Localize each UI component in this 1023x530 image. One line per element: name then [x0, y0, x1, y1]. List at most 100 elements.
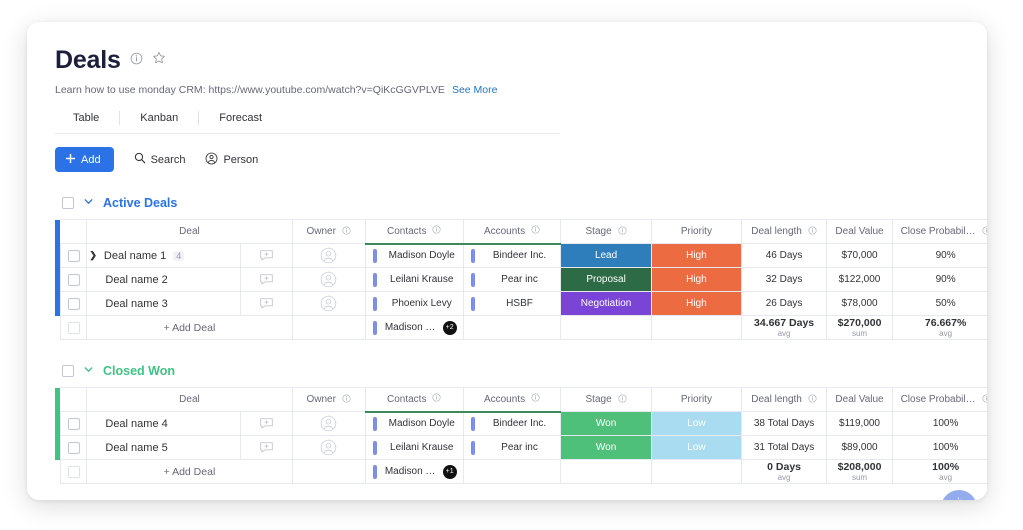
info-circle-icon[interactable]	[432, 393, 442, 405]
info-circle-icon[interactable]	[432, 225, 442, 237]
cell-deal-length[interactable]: 46 Days	[741, 243, 828, 268]
extra-contacts-badge[interactable]: +1	[442, 464, 457, 479]
cell-close-probability[interactable]: 50%	[891, 291, 987, 316]
column-header-close-probability[interactable]: Close Probabil…	[891, 387, 987, 412]
cell-accounts[interactable]: Bindeer Inc.	[462, 411, 562, 436]
row-checkbox[interactable]	[67, 249, 80, 262]
cell-owner[interactable]	[291, 267, 366, 292]
cell-contacts[interactable]: Leilani Krause	[364, 435, 464, 460]
cell-contacts[interactable]: Phoenix Levy	[364, 291, 464, 316]
cell-deal-value[interactable]: $78,000	[826, 291, 893, 316]
cell-contacts[interactable]: Leilani Krause	[364, 267, 464, 292]
info-circle-icon[interactable]	[342, 225, 351, 238]
cell-close-probability[interactable]: 100%	[891, 435, 987, 460]
info-circle-icon[interactable]	[531, 393, 540, 405]
table-row[interactable]: Deal name 5 Leilani Krause Pear inc Won …	[55, 435, 987, 460]
cell-deal-value[interactable]: $122,000	[826, 267, 893, 292]
cell-priority[interactable]: High	[650, 243, 743, 268]
info-circle-icon[interactable]	[808, 225, 817, 238]
column-header-deal[interactable]: Deal	[86, 219, 293, 244]
cell-owner[interactable]	[291, 411, 366, 436]
cell-updates[interactable]	[240, 291, 293, 316]
info-circle-icon[interactable]	[130, 52, 143, 70]
add-deal-button[interactable]: + Add Deal	[86, 459, 293, 484]
column-header-deal-value[interactable]: Deal Value	[826, 387, 893, 412]
row-select-cell[interactable]	[59, 243, 88, 268]
column-header-accounts[interactable]: Accounts	[462, 219, 562, 245]
cell-contacts[interactable]: Madison Doyle	[364, 243, 464, 268]
cell-priority[interactable]: Low	[650, 411, 743, 436]
cell-stage[interactable]: Lead	[560, 243, 652, 268]
column-header-priority[interactable]: Priority	[650, 219, 743, 244]
cell-deal-length[interactable]: 38 Total Days	[741, 411, 828, 436]
info-circle-icon[interactable]	[982, 393, 987, 406]
cell-deal-name[interactable]: Deal name 4	[86, 411, 242, 436]
cell-priority[interactable]: High	[650, 267, 743, 292]
cell-priority[interactable]: Low	[650, 435, 743, 460]
cell-stage[interactable]: Won	[560, 411, 652, 436]
cell-stage[interactable]: Negotiation	[560, 291, 652, 316]
tab-forecast[interactable]: Forecast	[199, 111, 282, 125]
column-header-accounts[interactable]: Accounts	[462, 387, 562, 413]
group-select-checkbox[interactable]	[62, 197, 74, 209]
column-header-priority[interactable]: Priority	[650, 387, 743, 412]
row-checkbox[interactable]	[67, 321, 80, 334]
column-header-deal-length[interactable]: Deal length	[741, 387, 828, 412]
cell-stage[interactable]: Won	[560, 435, 652, 460]
star-icon[interactable]	[152, 51, 166, 70]
cell-deal-length[interactable]: 32 Days	[741, 267, 828, 292]
column-header-deal[interactable]: Deal	[86, 387, 293, 412]
row-select-cell[interactable]	[59, 435, 88, 460]
cell-accounts[interactable]: Pear inc	[462, 267, 562, 292]
column-header-stage[interactable]: Stage	[560, 219, 652, 244]
table-row[interactable]: ❯ Deal name 1 4 Madison Doyle Bindeer In…	[55, 243, 987, 268]
cell-owner[interactable]	[291, 291, 366, 316]
cell-deal-name[interactable]: Deal name 5	[86, 435, 242, 460]
column-header-contacts[interactable]: Contacts	[364, 387, 464, 413]
footer-contacts-cell[interactable]: Madison … +1	[364, 459, 464, 484]
cell-updates[interactable]	[240, 267, 293, 292]
column-header-close-probability[interactable]: Close Probabil…	[891, 219, 987, 244]
group-title[interactable]: Closed Won	[103, 364, 175, 378]
column-header-deal-length[interactable]: Deal length	[741, 219, 828, 244]
info-circle-icon[interactable]	[342, 393, 351, 406]
header-select-all[interactable]	[60, 387, 87, 412]
info-circle-icon[interactable]	[982, 225, 987, 238]
header-select-all[interactable]	[60, 219, 87, 244]
table-row[interactable]: Deal name 3 Phoenix Levy HSBF Negotiatio…	[55, 291, 987, 316]
row-checkbox[interactable]	[67, 417, 80, 430]
cell-deal-name[interactable]: Deal name 3	[86, 291, 242, 316]
cell-updates[interactable]	[240, 243, 293, 268]
cell-close-probability[interactable]: 100%	[891, 411, 987, 436]
row-select-cell[interactable]	[59, 411, 88, 436]
footer-contacts-cell[interactable]: Madison … +2	[364, 315, 464, 340]
see-more-link[interactable]: See More	[452, 84, 498, 96]
cell-accounts[interactable]: Pear inc	[462, 435, 562, 460]
row-checkbox[interactable]	[67, 465, 80, 478]
cell-accounts[interactable]: Bindeer Inc.	[462, 243, 562, 268]
info-circle-icon[interactable]	[808, 393, 817, 406]
table-row[interactable]: Deal name 4 Madison Doyle Bindeer Inc. W…	[55, 411, 987, 436]
column-header-stage[interactable]: Stage	[560, 387, 652, 412]
info-circle-icon[interactable]	[531, 225, 540, 237]
cell-stage[interactable]: Proposal	[560, 267, 652, 292]
cell-owner[interactable]	[291, 435, 366, 460]
extra-contacts-badge[interactable]: +2	[442, 320, 457, 335]
tab-kanban[interactable]: Kanban	[120, 111, 200, 125]
expand-subitems-icon[interactable]: ❯	[89, 250, 97, 261]
row-checkbox[interactable]	[67, 273, 80, 286]
table-row[interactable]: Deal name 2 Leilani Krause Pear inc Prop…	[55, 267, 987, 292]
cell-deal-length[interactable]: 26 Days	[741, 291, 828, 316]
group-select-checkbox[interactable]	[62, 365, 74, 377]
cell-deal-value[interactable]: $89,000	[826, 435, 893, 460]
cell-accounts[interactable]: HSBF	[462, 291, 562, 316]
row-checkbox[interactable]	[67, 441, 80, 454]
info-circle-icon[interactable]	[618, 393, 627, 406]
chevron-down-icon[interactable]	[83, 364, 94, 378]
info-circle-icon[interactable]	[618, 225, 627, 238]
cell-close-probability[interactable]: 90%	[891, 243, 987, 268]
column-header-owner[interactable]: Owner	[291, 387, 366, 412]
cell-deal-value[interactable]: $119,000	[826, 411, 893, 436]
person-filter-button[interactable]: Person	[205, 152, 258, 168]
group-title[interactable]: Active Deals	[103, 196, 177, 210]
